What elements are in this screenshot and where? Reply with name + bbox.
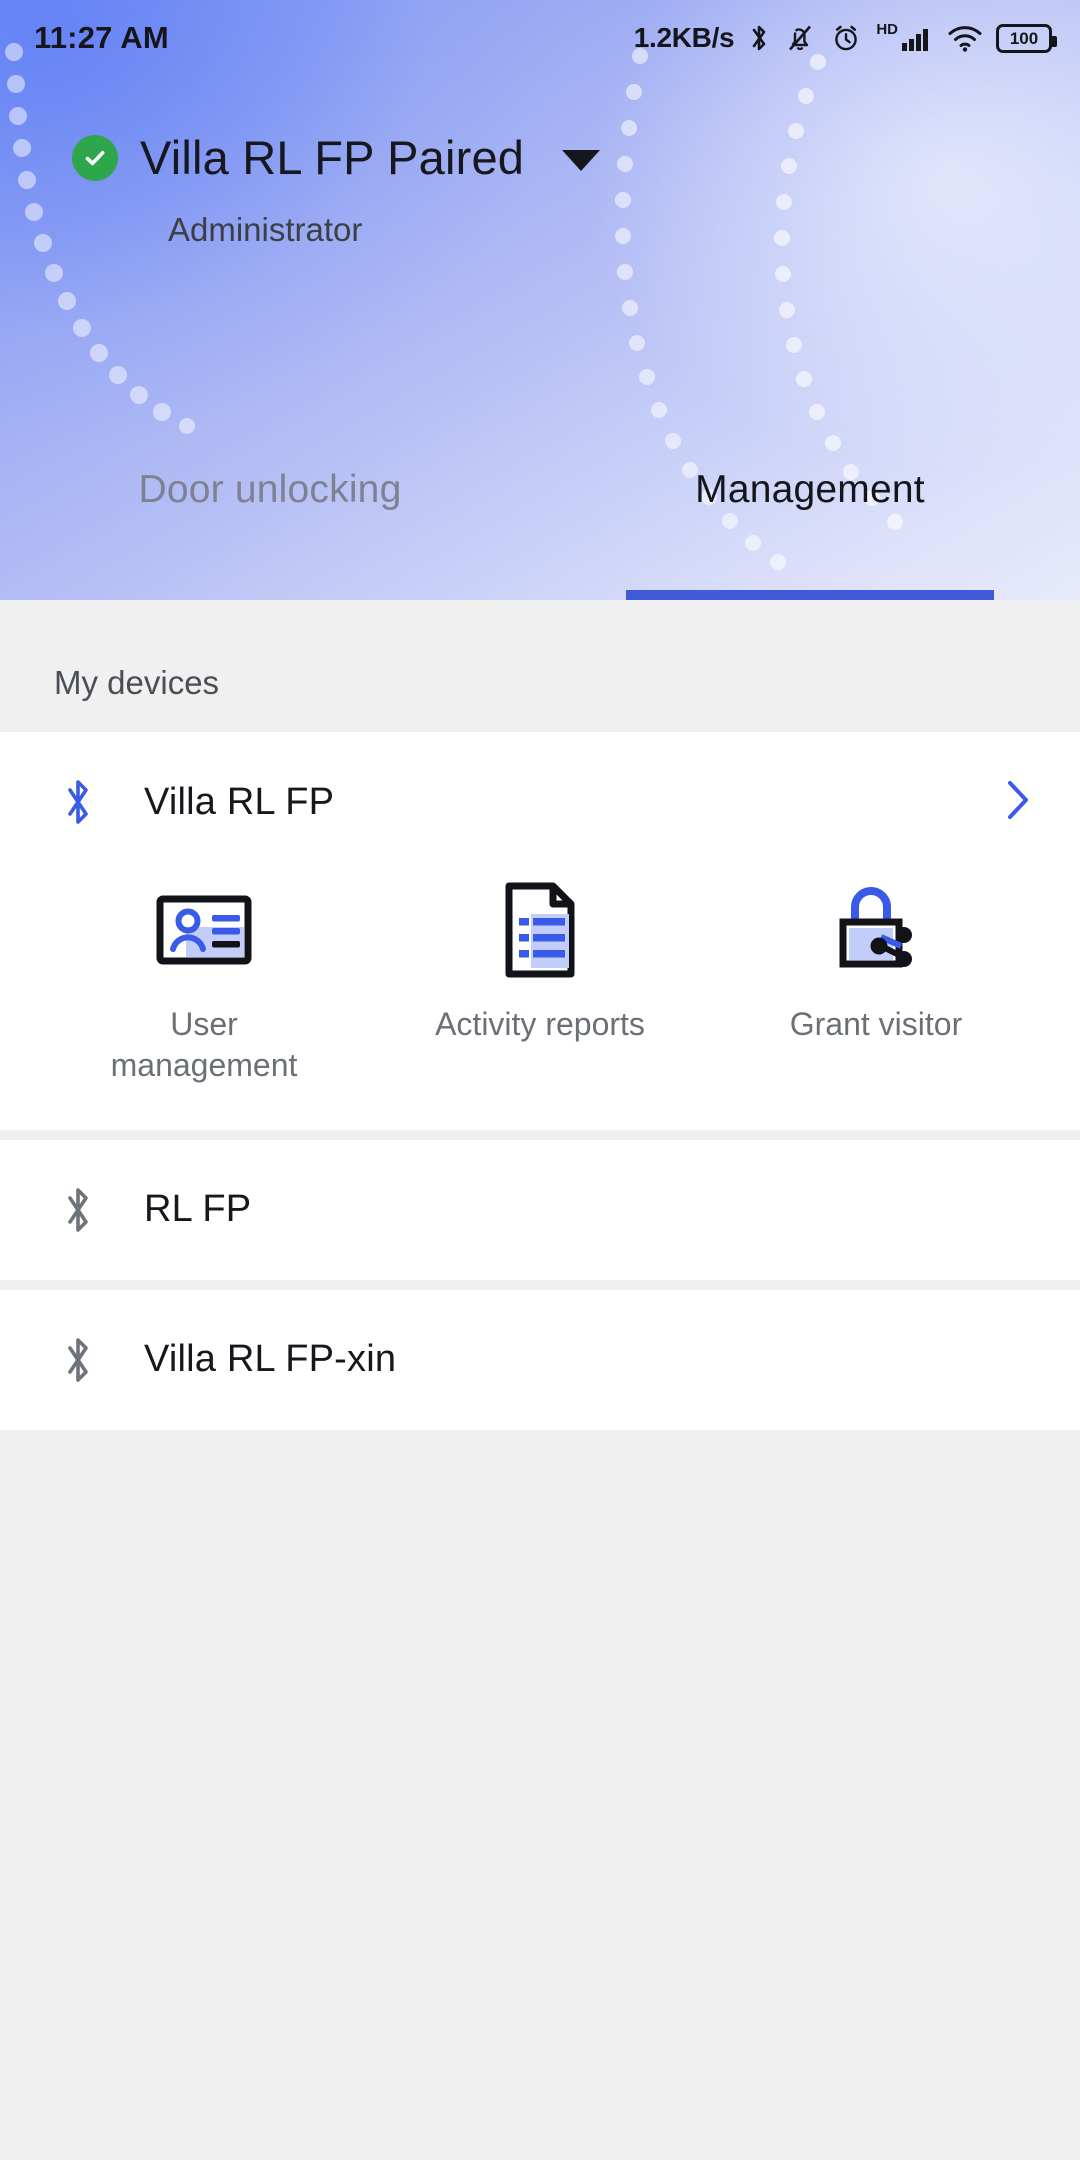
battery-icon: 100 [996,23,1057,53]
bluetooth-icon [56,1183,100,1237]
tab-active-indicator [626,590,994,600]
device-header: Villa RL FP Paired Administrator [0,130,1080,249]
device-card-villa-rl-fp-xin: Villa RL FP-xin [0,1289,1080,1430]
mute-bell-icon [789,25,812,51]
list-divider [0,1129,1080,1140]
main-content: My devices Villa RL FP User management A… [0,600,1080,2160]
bluetooth-icon [753,25,766,51]
device-title: Villa RL FP Paired [140,131,525,184]
tab-door-unlocking[interactable]: Door unlocking [0,440,540,600]
action-user-management[interactable]: User management [36,878,372,1086]
battery-level-label: 100 [1009,28,1039,48]
device-name: Villa RL FP [144,780,335,823]
status-bar: 11:27 AM 1.2KB/s HD 100 [0,0,1080,76]
device-selector[interactable]: Villa RL FP Paired [0,130,1080,185]
status-time: 11:27 AM [34,20,169,55]
check-circle-icon [72,134,118,181]
device-name: RL FP [144,1188,252,1231]
device-row-villa-rl-fp[interactable]: Villa RL FP [0,732,1080,872]
signal-bars-icon: HD [876,21,934,55]
tab-management[interactable]: Management [540,440,1080,600]
app-root: 11:27 AM 1.2KB/s HD 100 Villa RL FP Pair… [0,0,1080,2160]
device-row-villa-rl-fp-xin[interactable]: Villa RL FP-xin [0,1290,1080,1430]
document-list-icon [497,878,583,982]
action-label: Grant visitor [789,1006,963,1042]
tab-bar: Door unlocking Management [0,440,1080,600]
id-card-user-icon [154,878,254,982]
bluetooth-icon [56,1333,100,1387]
list-divider [0,1279,1080,1290]
action-activity-reports[interactable]: Activity reports [372,878,708,1086]
action-label: Activity reports [435,1006,645,1042]
action-label: User management [110,1006,298,1083]
status-icons: 1.2KB/s HD 100 [633,21,1057,55]
tab-management-label: Management [695,468,925,511]
chevron-right-icon[interactable] [1000,775,1034,830]
device-name: Villa RL FP-xin [144,1338,397,1381]
bluetooth-icon [56,775,100,829]
section-title-my-devices: My devices [54,664,220,701]
tab-door-unlocking-label: Door unlocking [138,468,402,511]
device-row-rl-fp[interactable]: RL FP [0,1140,1080,1280]
device-card-villa-rl-fp: Villa RL FP User management Activity rep… [0,732,1080,1130]
network-speed-label: 1.2KB/s [633,22,735,53]
caret-down-icon[interactable] [562,150,601,171]
header: 11:27 AM 1.2KB/s HD 100 Villa RL FP Pair… [0,0,1080,600]
device-card-rl-fp: RL FP [0,1139,1080,1280]
device-role: Administrator [168,211,363,248]
action-grant-visitor[interactable]: Grant visitor [708,878,1044,1086]
lock-share-icon [825,878,927,982]
alarm-clock-icon [835,25,858,51]
hd-badge: HD [876,21,898,38]
device-actions: User management Activity reports Grant v… [0,872,1080,1130]
wifi-icon [948,26,982,52]
